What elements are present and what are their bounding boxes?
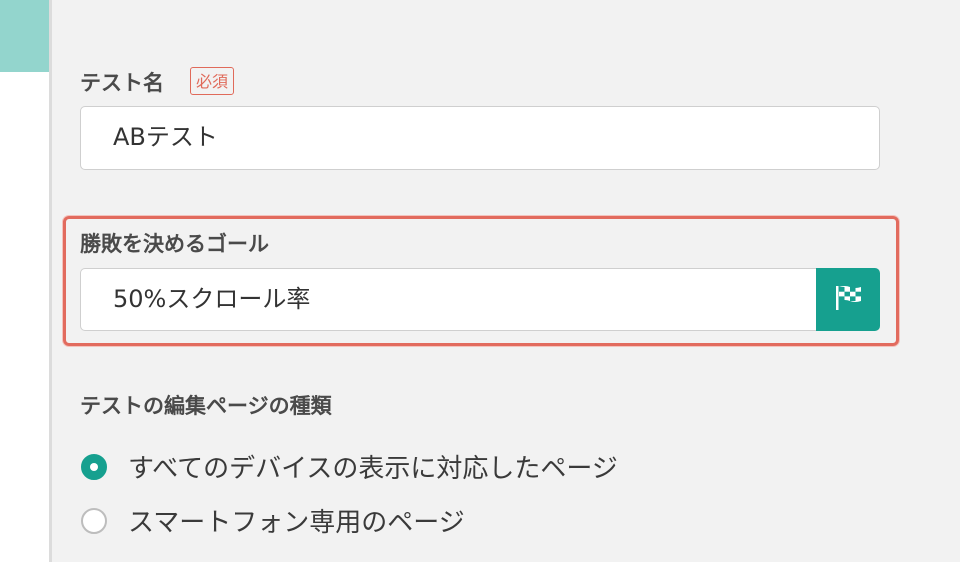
select-goal-button[interactable] xyxy=(816,268,880,331)
page-type-label: テストの編集ページの種類 xyxy=(80,394,332,418)
left-sidebar xyxy=(0,0,49,562)
sidebar-active-item[interactable] xyxy=(0,0,49,72)
page-type-option-smartphone[interactable]: スマートフォン専用のページ xyxy=(128,502,465,539)
page-type-radio-all-devices[interactable] xyxy=(81,454,107,480)
panel-divider xyxy=(49,0,52,562)
goal-input[interactable]: 50%スクロール率 xyxy=(80,268,820,331)
page-type-radio-smartphone[interactable] xyxy=(81,508,107,534)
page-type-option-all-devices[interactable]: すべてのデバイスの表示に対応したページ xyxy=(128,448,618,485)
test-name-label: テスト名 xyxy=(80,71,164,95)
test-name-input[interactable]: ABテスト xyxy=(80,106,880,170)
required-badge: 必須 xyxy=(190,67,235,95)
checkered-flag-icon xyxy=(833,284,863,316)
goal-label: 勝敗を決めるゴール xyxy=(80,232,269,256)
